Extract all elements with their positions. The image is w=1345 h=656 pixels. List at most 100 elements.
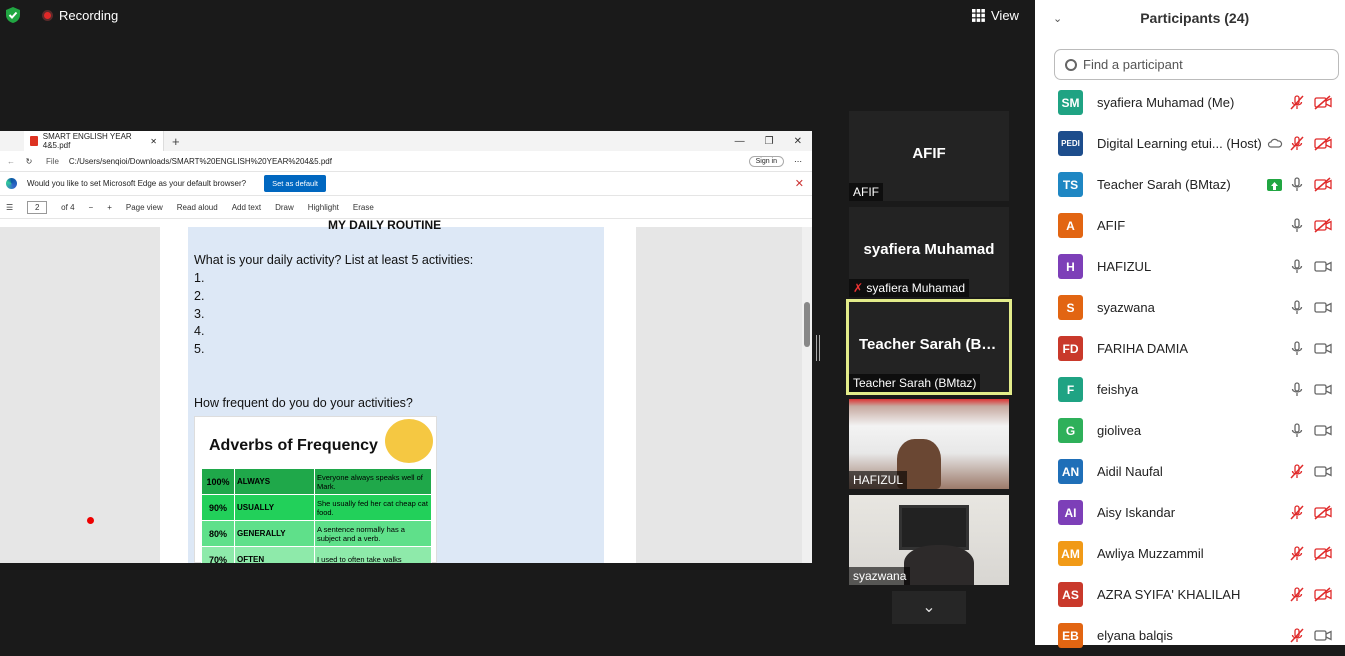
pdf-scrollbar[interactable] — [802, 227, 812, 563]
minimize-icon[interactable]: — — [735, 136, 745, 147]
set-default-button[interactable]: Set as default — [264, 175, 326, 192]
mic-icon[interactable] — [1289, 177, 1305, 192]
close-window-icon[interactable]: ✕ — [794, 136, 802, 147]
mic-muted-icon: ✗ — [853, 281, 867, 295]
close-tab-icon[interactable]: ✕ — [150, 137, 157, 146]
active-speaker-tile[interactable]: Teacher Sarah (BMtaz) Teacher Sarah (BMt… — [846, 299, 1012, 395]
back-icon[interactable]: ← — [4, 157, 18, 166]
participant-name: Digital Learning etui... (Host) — [1097, 136, 1262, 151]
video-tile[interactable]: AFIF AFIF — [849, 111, 1009, 201]
table-row: 100% ALWAYS Everyone always speaks well of… — [201, 468, 432, 495]
camera-off-icon[interactable] — [1314, 136, 1332, 151]
zoom-in-icon[interactable]: + — [107, 203, 112, 212]
browser-tab[interactable]: SMART ENGLISH YEAR 4&5.pdf ✕ — [24, 131, 164, 151]
camera-icon[interactable] — [1314, 464, 1332, 479]
camera-off-icon[interactable] — [1314, 218, 1332, 233]
camera-icon[interactable] — [1314, 300, 1332, 315]
participant-row[interactable]: SM syafiera Muhamad (Me) — [1035, 82, 1345, 123]
avatar: H — [1058, 254, 1083, 279]
participant-row[interactable]: A AFIF — [1035, 205, 1345, 246]
contents-icon[interactable]: ☰ — [6, 203, 13, 212]
camera-icon[interactable] — [1314, 382, 1332, 397]
camera-icon[interactable] — [1314, 628, 1332, 643]
security-shield-icon[interactable] — [4, 6, 22, 24]
avatar: F — [1058, 377, 1083, 402]
avatar: S — [1058, 295, 1083, 320]
camera-feed — [904, 545, 974, 585]
add-text-button[interactable]: Add text — [232, 203, 261, 212]
pct-cell: 100% — [201, 468, 235, 495]
close-banner-icon[interactable]: ✕ — [795, 177, 804, 190]
participant-row[interactable]: AI Aisy Iskandar — [1035, 492, 1345, 533]
search-input[interactable]: Find a participant — [1054, 49, 1339, 80]
example-cell: She usually fed her cat cheap cat food. — [314, 494, 432, 521]
pdf-icon — [30, 136, 38, 146]
participant-row[interactable]: Ggiolivea — [1035, 410, 1345, 451]
mic-icon[interactable] — [1289, 300, 1305, 315]
refresh-icon[interactable]: ↻ — [22, 157, 36, 166]
camera-off-icon[interactable] — [1314, 546, 1332, 561]
shared-screen: SMART ENGLISH YEAR 4&5.pdf ✕ + — ❐ ✕ ← ↻… — [0, 131, 812, 563]
list-item: 3. — [194, 307, 205, 321]
resize-handle[interactable] — [816, 335, 820, 361]
mic-icon[interactable] — [1289, 259, 1305, 274]
camera-off-icon[interactable] — [1314, 587, 1332, 602]
participant-row[interactable]: TS Teacher Sarah (BMtaz) — [1035, 164, 1345, 205]
mic-muted-icon[interactable] — [1289, 587, 1305, 602]
new-tab-icon[interactable]: + — [172, 134, 180, 149]
mic-icon[interactable] — [1289, 341, 1305, 356]
participant-row[interactable]: Ssyazwana — [1035, 287, 1345, 328]
mic-icon[interactable] — [1289, 218, 1305, 233]
page-view-button[interactable]: Page view — [126, 203, 163, 212]
participant-row[interactable]: Ffeishya — [1035, 369, 1345, 410]
mic-muted-icon[interactable] — [1289, 546, 1305, 561]
participant-row[interactable]: EB elyana balqis — [1035, 615, 1345, 656]
signin-button[interactable]: Sign in — [748, 155, 784, 167]
search-placeholder: Find a participant — [1083, 57, 1183, 72]
zoom-out-icon[interactable]: − — [89, 203, 94, 212]
panel-header: ⌄ Participants (24) — [1035, 0, 1345, 36]
page-number-input[interactable]: 2 — [27, 200, 48, 214]
mic-icon[interactable] — [1289, 423, 1305, 438]
more-videos-button[interactable]: ⌄ — [892, 591, 966, 624]
participant-row[interactable]: H HAFIZUL — [1035, 246, 1345, 287]
participant-row[interactable]: AS AZRA SYIFA' KHALILAH — [1035, 574, 1345, 615]
camera-off-icon[interactable] — [1314, 95, 1332, 110]
draw-button[interactable]: Draw — [275, 203, 294, 212]
participant-row[interactable]: PEDI Digital Learning etui... (Host) — [1035, 123, 1345, 164]
camera-icon[interactable] — [1314, 423, 1332, 438]
camera-icon[interactable] — [1314, 259, 1332, 274]
restore-icon[interactable]: ❐ — [765, 136, 774, 147]
tile-big-name: AFIF — [912, 145, 946, 162]
edge-logo-icon — [6, 178, 17, 189]
participant-row[interactable]: AN Aidil Naufal — [1035, 451, 1345, 492]
participant-row[interactable]: AM Awliya Muzzammil — [1035, 533, 1345, 574]
camera-off-icon[interactable] — [1314, 177, 1332, 192]
video-tile[interactable]: syafiera Muhamad ✗ syafiera Muhamad — [849, 207, 1009, 297]
erase-button[interactable]: Erase — [353, 203, 374, 212]
recording-indicator[interactable]: Recording — [0, 0, 118, 30]
video-tile[interactable]: HAFIZUL — [849, 399, 1009, 489]
scroll-thumb[interactable] — [804, 302, 810, 347]
camera-icon[interactable] — [1314, 341, 1332, 356]
mic-muted-icon[interactable] — [1289, 628, 1305, 643]
more-menu-icon[interactable]: ⋯ — [794, 157, 802, 166]
url-text[interactable]: C:/Users/senqioi/Downloads/SMART%20ENGLI… — [69, 157, 332, 166]
participant-row[interactable]: FD FARIHA DAMIA — [1035, 328, 1345, 369]
highlight-button[interactable]: Highlight — [308, 203, 339, 212]
participant-name: Teacher Sarah (BMtaz) — [1097, 177, 1231, 192]
mic-muted-icon[interactable] — [1289, 95, 1305, 110]
view-label: View — [991, 7, 1019, 23]
view-button[interactable]: View — [972, 4, 1019, 26]
video-tile[interactable]: syazwana — [849, 495, 1009, 585]
camera-off-icon[interactable] — [1314, 505, 1332, 520]
participant-name: elyana balqis — [1097, 628, 1173, 643]
mic-muted-icon[interactable] — [1289, 136, 1305, 151]
file-label: File — [46, 156, 59, 166]
mic-muted-icon[interactable] — [1289, 464, 1305, 479]
read-aloud-button[interactable]: Read aloud — [177, 203, 218, 212]
mic-muted-icon[interactable] — [1289, 505, 1305, 520]
mic-icon[interactable] — [1289, 382, 1305, 397]
chevron-down-icon[interactable]: ⌄ — [1053, 12, 1062, 25]
avatar: AM — [1058, 541, 1083, 566]
